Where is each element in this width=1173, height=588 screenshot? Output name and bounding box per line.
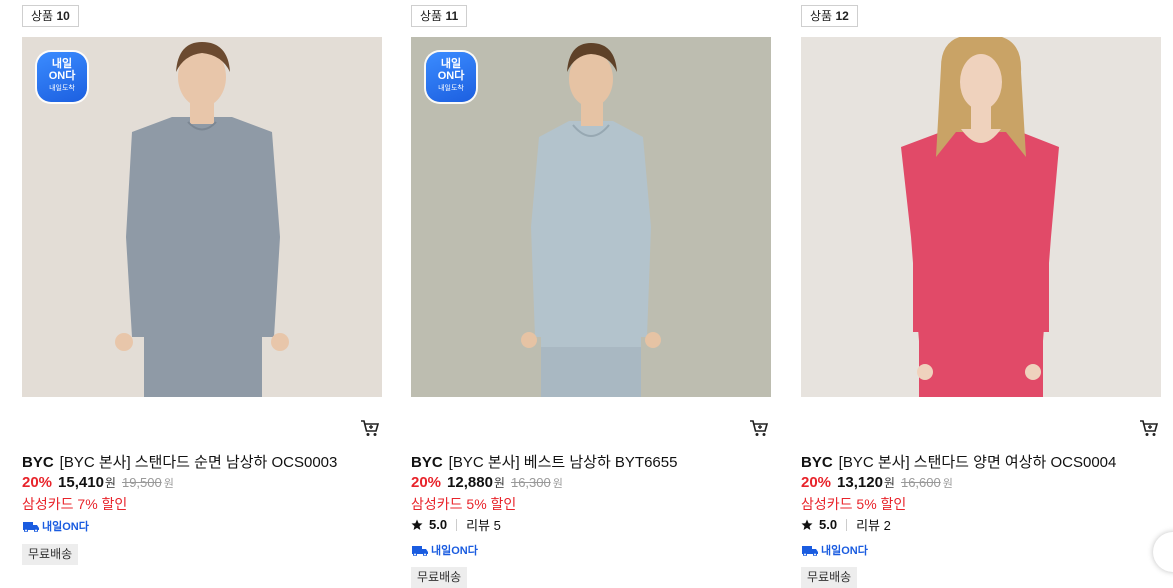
product-title[interactable]: BYC [BYC 본사] 베스트 남상하 BYT6655 [411,451,771,472]
delivery-truck-icon [802,546,818,556]
badge-line2: ON다 [437,70,465,82]
original-price: 16,600 [900,475,941,490]
rating-row: 5.0 리뷰 2 [801,515,891,534]
rating-divider [846,518,848,531]
product-name: [BYC 본사] 스탠다드 순면 남상하 OCS0003 [59,454,338,471]
original-price-unit: 원 [163,478,174,490]
delivery-truck-icon [412,546,428,556]
original-price-unit: 원 [552,478,563,490]
product-title[interactable]: BYC [BYC 본사] 스탠다드 양면 여상하 OCS0004 [801,451,1161,472]
product-title[interactable]: BYC [BYC 본사] 스탠다드 순면 남상하 OCS0003 [22,451,382,472]
product-number-badge: 상품 12 [801,5,858,27]
product-number-label: 상품 [810,9,833,23]
product-number-value: 10 [56,9,70,23]
tomorrow-onda-logo: 내일ON다 [411,542,478,558]
onda-logo-text: 내일ON다 [821,545,868,557]
card-discount: 삼성카드 7% 할인 [22,496,128,512]
product-brand: BYC [22,454,54,471]
cart-icon[interactable] [360,418,380,438]
free-shipping-tag: 무료배송 [801,567,858,588]
rating-score: 5.0 [429,517,448,532]
product-card[interactable]: 상품 12 BYC [BYC 본사] 스탠다드 양면 여상하 OCS0004 20… [801,0,1161,588]
tomorrow-delivery-badge: 내일 ON다 내일도착 [426,52,476,102]
tomorrow-delivery-badge: 내일 ON다 내일도착 [37,52,87,102]
product-image[interactable]: 내일 ON다 내일도착 [22,37,382,397]
review-count[interactable]: 리뷰 2 [856,515,891,534]
badge-line1: 내일 [51,58,73,70]
price-unit: 원 [493,476,505,490]
star-icon [801,519,813,530]
product-card[interactable]: 상품 11 내일 ON다 내일도착 BYC [BYC 본사] 베스트 남상하 BY… [411,0,771,588]
tomorrow-onda-logo: 내일ON다 [22,518,89,534]
badge-line3: 내일도착 [49,85,75,92]
original-price: 16,300 [510,475,551,490]
price-row: 20% 13,120원 16,600 원 [801,474,953,491]
free-shipping-tag: 무료배송 [22,544,79,565]
product-number-value: 11 [445,9,459,23]
rating-score: 5.0 [819,517,838,532]
product-image[interactable]: 내일 ON다 내일도착 [411,37,771,397]
discount-rate: 20% [22,474,53,491]
discount-rate: 20% [411,474,442,491]
rating-row: 5.0 리뷰 5 [411,515,501,534]
product-name: [BYC 본사] 베스트 남상하 BYT6655 [448,454,678,471]
sale-price: 15,410 [58,474,104,491]
badge-line2: ON다 [48,70,76,82]
rating-divider [456,518,458,531]
price-unit: 원 [104,476,116,490]
review-count[interactable]: 리뷰 5 [466,515,501,534]
tomorrow-onda-logo: 내일ON다 [801,542,868,558]
product-name: [BYC 본사] 스탠다드 양면 여상하 OCS0004 [838,454,1117,471]
onda-logo-text: 내일ON다 [42,521,89,533]
price-row: 20% 12,880원 16,300 원 [411,474,563,491]
product-number-label: 상품 [420,9,443,23]
product-card[interactable]: 상품 10 내일 ON다 내일도착 BYC [BYC 본사] 스탠다드 순면 남상… [22,0,382,577]
price-row: 20% 15,410원 19,500 원 [22,474,174,491]
discount-rate: 20% [801,474,832,491]
sale-price: 13,120 [837,474,883,491]
card-discount: 삼성카드 5% 할인 [801,496,907,512]
card-discount: 삼성카드 5% 할인 [411,496,517,512]
product-number-value: 12 [835,9,849,23]
product-number-badge: 상품 10 [22,5,79,27]
original-price: 19,500 [121,475,162,490]
product-number-label: 상품 [31,9,54,23]
product-brand: BYC [801,454,833,471]
badge-line3: 내일도착 [438,85,464,92]
product-number-badge: 상품 11 [411,5,468,27]
product-brand: BYC [411,454,443,471]
star-icon [411,519,423,530]
sale-price: 12,880 [447,474,493,491]
cart-icon[interactable] [1139,418,1159,438]
original-price-unit: 원 [942,478,953,490]
product-image[interactable] [801,37,1161,397]
price-unit: 원 [883,476,895,490]
delivery-truck-icon [23,522,39,532]
free-shipping-tag: 무료배송 [411,567,468,588]
cart-icon[interactable] [749,418,769,438]
onda-logo-text: 내일ON다 [431,545,478,557]
badge-line1: 내일 [440,58,462,70]
